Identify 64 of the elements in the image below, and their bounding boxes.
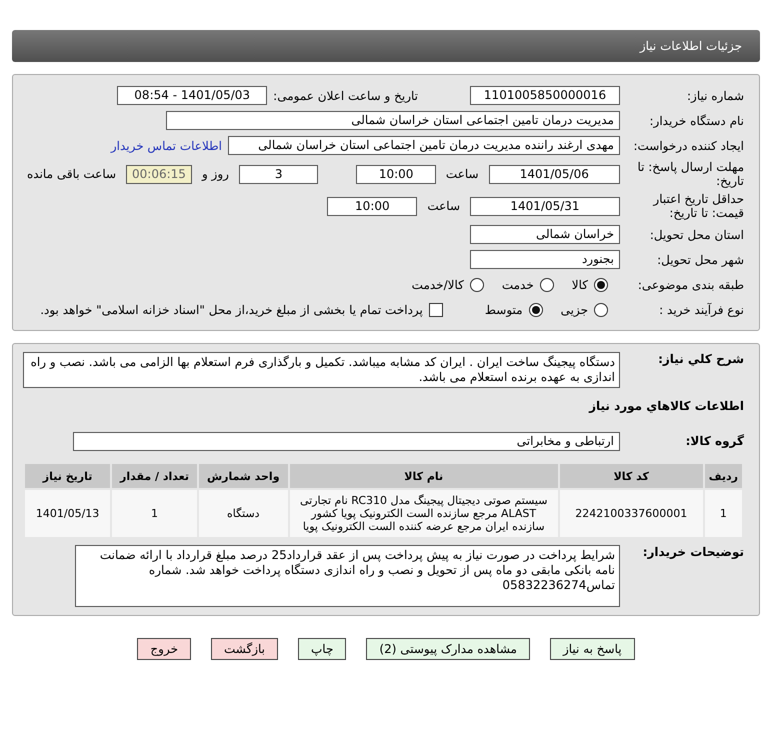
action-button[interactable]: خروج	[137, 638, 191, 660]
radio-button[interactable]	[540, 278, 554, 292]
field-value: مهدی ارغند راننده مدیریت درمان تامین اجتماعی استان خراسان شمالی	[228, 136, 620, 155]
field-value: دستگاه پیجینگ ساخت ایران . ایران کد مشابه میباشد. تکمیل و بارگذاری فرم استعلام بها الزامی می باشد. نصب و راه اندازی به عهده برنده استعلام می باشد.	[23, 352, 620, 388]
radio-button[interactable]	[594, 278, 608, 292]
table-cell: 1	[704, 490, 742, 537]
field-value: خراسان شمالی	[470, 225, 620, 244]
column-header: نام کالا	[290, 464, 558, 488]
field-label: نوع فرآیند خرید :	[658, 302, 744, 316]
field-label: شماره نیاز:	[686, 88, 744, 102]
field-value: 10:00	[327, 196, 418, 216]
column-header: کد کالا	[560, 464, 703, 488]
option-label: کالا/خدمت	[412, 278, 464, 292]
option-label: کالا	[572, 278, 588, 292]
column-header: تعداد / مقدار	[112, 464, 197, 488]
radio-button[interactable]	[594, 302, 608, 316]
field-label: ایجاد کننده درخواست:	[632, 138, 744, 152]
action-button[interactable]: چاپ	[298, 638, 346, 660]
table-cell: 1401/05/13	[25, 490, 110, 537]
field-label: استان محل تحویل:	[648, 228, 744, 242]
action-button[interactable]: پاسخ به نیاز	[550, 638, 635, 660]
table-cell: 2242100337600001	[560, 490, 703, 537]
option-label: متوسط	[484, 302, 523, 316]
action-button[interactable]: مشاهده مدارک پیوستی (2)	[366, 638, 530, 660]
contact-link[interactable]: اطلاعات تماس خریدار	[110, 138, 222, 152]
radio-button[interactable]	[470, 278, 484, 292]
field-label: شرح کلي نياز:	[657, 352, 744, 366]
column-header: تاریخ نیاز	[25, 464, 110, 488]
field-value: مدیریت درمان تامین اجتماعی استان خراسان شمالی	[166, 111, 620, 130]
field-value: 00:06:15	[126, 164, 192, 184]
field-label: توضیحات خریدار:	[642, 545, 744, 559]
field-label: نام دستگاه خریدار:	[648, 114, 744, 128]
field-label: تاریخ و ساعت اعلان عمومی:	[273, 88, 418, 102]
column-header: واحد شمارش	[198, 464, 288, 488]
page-title: جزئیات اطلاعات نیاز	[640, 39, 742, 53]
field-value: بجنورد	[470, 250, 620, 269]
radio-button[interactable]	[528, 302, 543, 316]
field-value: 1401/05/06	[488, 164, 620, 184]
field-value: 1401/05/03 - 08:54	[117, 86, 268, 105]
field-label: روز و	[200, 167, 230, 181]
field-value: 1101005850000016	[470, 86, 620, 105]
field-value: 10:00	[356, 164, 436, 184]
option-label: خدمت	[502, 278, 534, 292]
field-value: 3	[238, 164, 318, 184]
section-title: اطلاعات كالاهاي مورد نياز	[589, 399, 744, 413]
field-label: ساعت	[444, 167, 480, 181]
field-label: شهر محل تحویل:	[656, 252, 744, 266]
action-button[interactable]: بازگشت	[211, 638, 278, 660]
table-cell: 1	[112, 490, 197, 537]
field-value: 1401/05/31	[470, 196, 620, 216]
field-label: حداقل تاریخ اعتبار قیمت: تا تاریخ:	[652, 192, 744, 220]
column-header: ردیف	[704, 464, 742, 488]
option-label: جزیی	[560, 302, 588, 316]
table-cell: سیستم صوتی دیجیتال پیجینگ مدل RC310 نام تجارتی ALAST مرجع سازنده الست الکترونیک پویا کشور سازنده ایران مرجع عرضه کننده الست الکترونیک پویا	[290, 490, 558, 537]
field-label: طبقه بندی موضوعی:	[636, 278, 744, 292]
field-label: مهلت ارسال پاسخ: تا تاریخ:	[636, 160, 744, 188]
field-label: ساعت	[426, 199, 461, 213]
field-label: گروه کالا:	[684, 434, 744, 448]
field-value: شرایط پرداخت در صورت نیاز به پیش پرداخت پس از عقد قرارداد25 درصد مبلغ قرارداد با ارائه ضمانت نامه بانکی مابقی دو ماه پس از تحویل و نصب و راه اندازی دستگاه پرداخت خواهد شد. شماره تماس05832236274	[75, 545, 620, 607]
table-cell: دستگاه	[198, 490, 288, 537]
field-label: ساعت باقی مانده	[26, 167, 118, 181]
checkbox[interactable]	[428, 302, 443, 316]
checkbox-label: پرداخت تمام یا بخشی از مبلغ خرید،از محل "اسناد خزانه اسلامی" خواهد بود.	[40, 302, 423, 316]
field-value: ارتباطی و مخابراتی	[73, 432, 620, 450]
